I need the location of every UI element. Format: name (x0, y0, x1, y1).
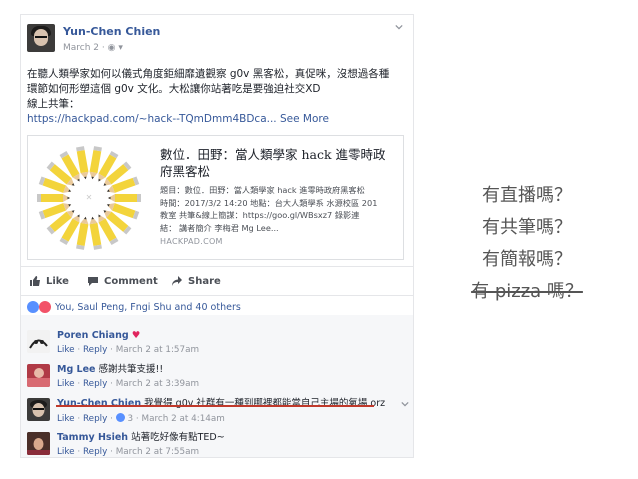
like-reaction-icon (27, 301, 39, 313)
love-reaction-icon (39, 301, 51, 313)
preview-desc-line: 結： 講者簡介 李梅君 Mg Lee... (160, 222, 279, 233)
reactions-summary[interactable]: You, Saul Peng, Fngi Shu and 40 others (27, 301, 241, 313)
comment-label: Comment (104, 275, 158, 287)
like-count-icon (115, 413, 125, 422)
comment-meta: Like · Reply · March 2 at 7:55am (57, 447, 200, 457)
comment-icon (88, 277, 98, 286)
comment-reply-link[interactable]: Reply (83, 379, 107, 389)
like-label: Like (46, 275, 69, 287)
commenter-avatar[interactable] (27, 330, 50, 353)
comment-like-count[interactable]: 3 (128, 414, 134, 424)
preview-domain: HACKPAD.COM (160, 237, 223, 246)
question-item: 有直播嗎？ (482, 185, 572, 206)
comment-text: 感謝共筆支援!! (98, 364, 164, 375)
see-more-link[interactable]: See More (280, 113, 329, 125)
comment-meta: Like · Reply · March 2 at 3:39am (57, 379, 200, 389)
post-meta: March 2 · ◉ ▾ (63, 43, 123, 53)
question-item: 有共筆嗎？ (482, 217, 572, 238)
facebook-post-card: Yun-Chen Chien March 2 · ◉ ▾ 在聽人類學家如何以儀式… (20, 14, 414, 458)
reactions-text[interactable]: You, Saul Peng, Fngi Shu and 40 others (55, 302, 241, 313)
heart-icon: ♥ (131, 330, 141, 341)
preview-thumbnail: ✕ (37, 146, 141, 250)
commenter-name[interactable]: Yun-Chen Chien (57, 398, 141, 409)
comment-button[interactable]: Comment (87, 275, 158, 287)
author-avatar[interactable] (27, 24, 55, 52)
comment-time[interactable]: March 2 at 3:39am (116, 379, 199, 389)
post-text-line: 在聽人類學家如何以儀式角度鉅細靡遺觀察 g0v 黑客松，真促咪，沒想過各種 (27, 68, 390, 80)
divider (21, 266, 413, 267)
action-bar: Like Comment Share (27, 271, 407, 293)
highlight-underline (56, 405, 374, 407)
post-text-line: 線上共筆： (27, 98, 80, 110)
share-label: Share (188, 275, 221, 287)
question-item: 有簡報嗎？ (482, 249, 572, 270)
comment-text: 我覺得 g0v 社群有一種到哪裡都能當自己主場的氣場 orz (144, 398, 386, 409)
commenter-name[interactable]: Poren Chiang (57, 330, 129, 341)
preview-desc-line: 教室 共筆&線上簡謀：https://goo.gl/WBsxz7 錄影連 (160, 210, 360, 220)
post-text: 在聽人類學家如何以儀式角度鉅細靡遺觀察 g0v 黑客松，真促咪，沒想過各種 環節… (27, 67, 407, 127)
share-button[interactable]: Share (171, 275, 221, 287)
commenter-avatar[interactable] (27, 364, 50, 387)
question-list: 有直播嗎？ 有共筆嗎？ 有簡報嗎？ 有 pizza 嗎？ (452, 180, 602, 308)
comment-body: Tammy Hsieh 站著吃好像有點TED~ (57, 432, 225, 444)
post-date[interactable]: March 2 (63, 43, 99, 53)
question-item-struck: 有 pizza 嗎？ (471, 281, 583, 302)
divider (21, 295, 413, 296)
commenter-avatar[interactable] (27, 432, 50, 455)
preview-description: 題目：數位．田野：當人類學家 hack 進零時政府黑客松 時間：2017/3/2… (160, 184, 400, 234)
commenter-avatar[interactable] (27, 398, 50, 421)
like-button[interactable]: Like (29, 275, 69, 287)
comment-meta: Like · Reply · 3 · March 2 at 4:14am (57, 413, 225, 424)
chevron-down-icon[interactable] (395, 23, 403, 31)
preview-title[interactable]: 數位．田野：當人類學家 hack 進零時政府黑客松 (160, 146, 398, 180)
thumbs-up-icon (30, 276, 40, 286)
comment-body: Yun-Chen Chien 我覺得 g0v 社群有一種到哪裡都能當自己主場的氣… (57, 398, 385, 410)
comment-like-link[interactable]: Like (57, 414, 75, 424)
comment-reply-link[interactable]: Reply (83, 447, 107, 457)
commenter-name[interactable]: Mg Lee (57, 364, 96, 375)
comment-reply-link[interactable]: Reply (83, 345, 107, 355)
preview-desc-line: 時間：2017/3/2 14:20 地點：台大人類學系 水源校區 201 (160, 197, 378, 208)
comment-body: Poren Chiang ♥ (57, 330, 140, 342)
post-text-line: 環節如何形塑這個 g0v 文化。大松讓你站著吃是要強迫社交XD (27, 83, 321, 95)
comment-reply-link[interactable]: Reply (83, 414, 107, 424)
comment-time[interactable]: March 2 at 4:14am (142, 414, 225, 424)
comment-time[interactable]: March 2 at 7:55am (116, 447, 199, 457)
svg-text:✕: ✕ (86, 193, 93, 202)
post-link-line: https://hackpad.com/~hack--TQmDmm4BDca..… (27, 112, 407, 127)
commenter-name[interactable]: Tammy Hsieh (57, 432, 128, 443)
comment-like-link[interactable]: Like (57, 447, 75, 457)
comment-body: Mg Lee 感謝共筆支援!! (57, 364, 163, 376)
comment-meta: Like · Reply · March 2 at 1:57am (57, 345, 200, 355)
link-preview[interactable]: ✕ 數位．田野：當人類學家 hack 進零時政府黑客松 題目：數位．田野：當人類… (27, 135, 404, 260)
post-author-name[interactable]: Yun-Chen Chien (63, 25, 160, 38)
comment-like-link[interactable]: Like (57, 379, 75, 389)
comment-like-link[interactable]: Like (57, 345, 75, 355)
chevron-down-icon[interactable] (401, 400, 409, 408)
comment-text: 站著吃好像有點TED~ (131, 432, 225, 443)
post-link[interactable]: https://hackpad.com/~hack--TQmDmm4BDca..… (27, 113, 277, 125)
globe-icon: · ◉ ▾ (101, 43, 123, 53)
comment-time[interactable]: March 2 at 1:57am (116, 345, 199, 355)
preview-desc-line: 題目：數位．田野：當人類學家 hack 進零時政府黑客松 (160, 185, 365, 195)
share-icon (172, 276, 182, 286)
comments-section: Poren Chiang ♥ Like · Reply · March 2 at… (21, 315, 413, 457)
